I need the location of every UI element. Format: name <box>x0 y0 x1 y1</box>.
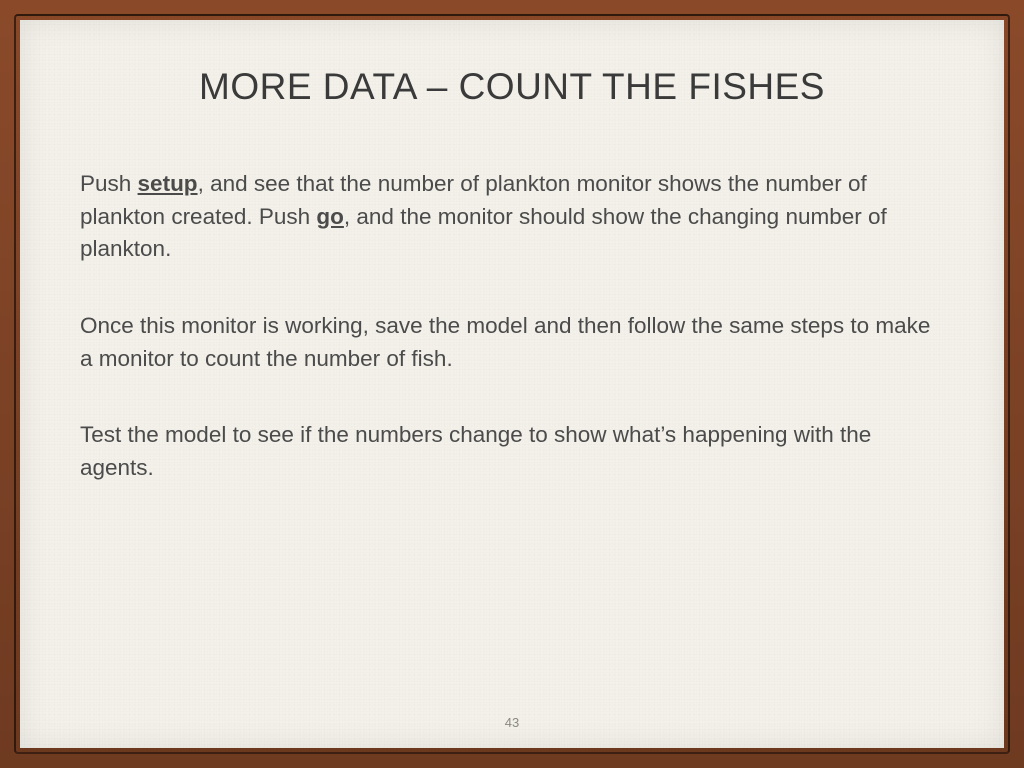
paragraph-3: Test the model to see if the numbers cha… <box>80 419 944 484</box>
slide-paper: MORE DATA – COUNT THE FISHES Push setup,… <box>20 20 1004 748</box>
slide-inner-border: MORE DATA – COUNT THE FISHES Push setup,… <box>14 14 1010 754</box>
paragraph-2: Once this monitor is working, save the m… <box>80 310 944 375</box>
slide-title: MORE DATA – COUNT THE FISHES <box>80 66 944 108</box>
page-number: 43 <box>20 715 1004 730</box>
slide-body: Push setup, and see that the number of p… <box>80 168 944 484</box>
p1-text-a: Push <box>80 171 138 196</box>
p1-go-keyword: go <box>316 204 344 229</box>
slide-frame: MORE DATA – COUNT THE FISHES Push setup,… <box>0 0 1024 768</box>
p1-setup-keyword: setup <box>138 171 198 196</box>
paragraph-1: Push setup, and see that the number of p… <box>80 168 944 266</box>
